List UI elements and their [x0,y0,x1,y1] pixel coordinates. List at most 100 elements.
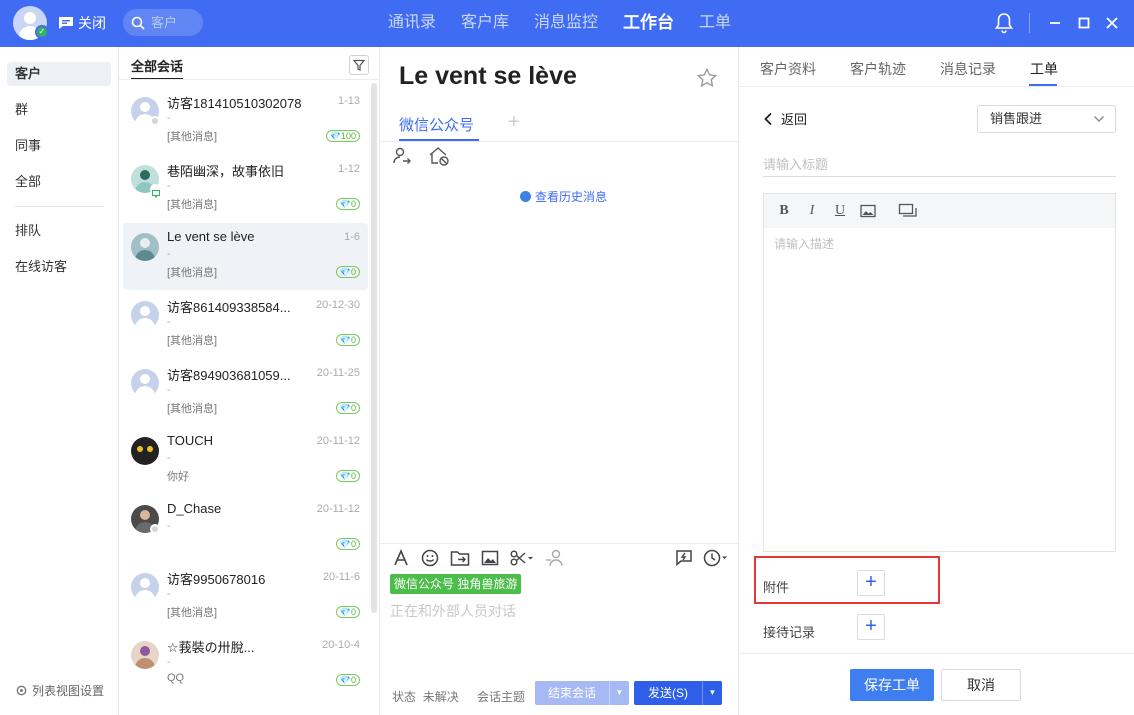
font-icon[interactable] [392,549,410,567]
cancel-button[interactable]: 取消 [941,669,1021,701]
bold-icon[interactable]: B [776,203,792,219]
badge-count: 0 [350,539,356,549]
conversation-name: 巷陌幽深，故事依旧 [167,164,285,179]
send-label: 发送(S) [648,686,688,700]
clock-dropdown-icon[interactable] [703,549,729,567]
save-ticket-button[interactable]: 保存工单 [850,669,934,701]
add-attachment-button[interactable]: + [857,570,885,596]
conversation-item[interactable]: 访客9950678016 20-11-6 - [其他消息] 💎0 [123,563,368,630]
editor-toolbar: B I U [764,194,1115,228]
tab-wechat-official-account[interactable]: 微信公众号 [399,114,474,135]
diamond-count-badge: 💎0 [335,334,360,346]
chevron-down-icon[interactable]: ▼ [702,681,722,705]
transfer-user-icon[interactable] [392,146,412,166]
end-session-label: 结束会话 [547,686,596,700]
tab-customer-trace[interactable]: 客户轨迹 [850,59,906,79]
conversation-name: 访客9950678016 [167,572,266,587]
ticket-type-select[interactable]: 销售跟进 [977,105,1116,133]
image-icon[interactable] [481,549,499,567]
underline-icon[interactable]: U [832,203,848,219]
sidebar-item-all[interactable]: 全部 [7,170,111,194]
nav-tickets[interactable]: 工单 [699,0,731,47]
italic-icon[interactable]: I [804,203,820,219]
tab-message-history[interactable]: 消息记录 [940,59,996,79]
composer-input[interactable]: 正在和外部人员对话 [390,601,516,621]
ticket-panel: 客户资料 客户轨迹 消息记录 工单 返回 销售跟进 B I U 附件 + 接待记… [738,47,1134,715]
conversation-item[interactable]: TOUCH 20-11-12 - 你好 💎0 [123,427,368,494]
desktop-status-icon [150,184,160,198]
add-channel-button[interactable]: + [508,111,520,134]
status-field[interactable]: 状态 未解决 [392,688,459,705]
nav-contacts[interactable]: 通讯录 [388,0,436,47]
back-button[interactable]: 返回 [763,109,807,128]
transfer-agent-icon[interactable] [545,549,565,567]
tab-active-indicator [1029,84,1057,86]
diamond-count-badge: 💎0 [335,538,360,550]
send-button[interactable]: 发送(S) ▼ [634,681,722,705]
conversation-last-message: [其他消息] [167,267,218,279]
conversation-name: Le vent se lève [167,229,255,244]
list-view-settings-button[interactable]: 列表视图设置 [15,682,104,699]
badge-count: 0 [350,199,356,209]
search-icon [131,16,145,30]
search-box[interactable] [123,9,203,36]
nav-customer-library[interactable]: 客户库 [461,0,509,47]
conversation-last-message: [其他消息] [167,335,218,347]
conversation-item[interactable]: D_Chase 20-11-12 - 💎0 [123,495,368,562]
conversation-subtitle: - [167,588,171,600]
maximize-icon[interactable] [1073,12,1095,34]
conversation-item-selected[interactable]: Le vent se lève 1-6 - [其他消息] 💎0 [123,223,368,290]
chevron-down-icon[interactable]: ▼ [609,681,629,705]
minimize-icon[interactable] [1044,12,1066,34]
conversation-item[interactable]: 巷陌幽深，故事依旧 1-12 - [其他消息] 💎0 [123,155,368,222]
badge-count: 0 [350,675,356,685]
bell-icon[interactable] [993,12,1015,34]
search-input[interactable] [151,15,197,30]
main-nav: 通讯录 客户库 消息监控 工作台 工单 [388,0,756,47]
sidebar-item-colleagues[interactable]: 同事 [7,134,111,158]
insert-message-icon[interactable] [898,203,918,219]
sidebar-item-online-visitors[interactable]: 在线访客 [7,255,111,279]
offline-status-icon [150,116,160,126]
sidebar-divider [15,206,104,207]
add-reception-record-button[interactable]: + [857,614,885,640]
avatar [131,369,159,397]
conversation-subtitle: - [167,248,171,260]
conversation-list: 全部会话 访客181410510302078 1-13 - [其他消息] 💎10… [119,47,380,715]
tab-tickets[interactable]: 工单 [1030,59,1058,79]
ticket-description-input[interactable] [764,228,1115,551]
avatar [131,301,159,329]
insert-image-icon[interactable] [860,204,876,218]
sidebar-item-groups[interactable]: 群 [7,98,111,122]
close-button[interactable]: 关闭 [58,13,106,33]
topbar-divider [1029,13,1030,33]
conversation-list-title[interactable]: 全部会话 [131,56,183,75]
quick-reply-icon[interactable] [675,549,693,567]
ticket-title-input[interactable] [763,152,1116,177]
scissors-icon[interactable] [510,549,534,567]
emoji-icon[interactable] [421,549,439,567]
conversation-list-divider [119,79,379,80]
close-window-icon[interactable] [1101,12,1123,34]
filter-button[interactable] [349,55,369,75]
nav-workbench[interactable]: 工作台 [623,0,674,47]
conversation-item[interactable]: ☆莪裝の卅脫... 20-10-4 - QQ 💎0 [123,631,368,698]
conversation-list-scrollbar[interactable] [371,83,377,613]
conversation-last-message: [其他消息] [167,607,218,619]
sidebar-item-customers[interactable]: 客户 [7,62,111,86]
conversation-item[interactable]: 访客181410510302078 1-13 - [其他消息] 💎100 [123,87,368,154]
conversation-date: 1-13 [337,95,360,107]
topic-field[interactable]: 会话主题 [477,688,525,705]
nav-message-monitor[interactable]: 消息监控 [534,0,598,47]
conversation-item[interactable]: 访客861409338584... 20-12-30 - [其他消息] 💎0 [123,291,368,358]
folder-icon[interactable] [450,549,470,567]
star-icon[interactable] [696,67,718,89]
tab-customer-profile[interactable]: 客户资料 [760,59,816,79]
sidebar-item-queue[interactable]: 排队 [7,219,111,243]
view-history-link[interactable]: 查看历史消息 [520,188,607,205]
block-home-icon[interactable] [428,146,450,166]
conversation-last-message: [其他消息] [167,131,218,143]
conversation-item[interactable]: 访客894903681059... 20-11-25 - [其他消息] 💎0 [123,359,368,426]
end-session-button[interactable]: 结束会话 ▼ [535,681,629,705]
message-icon [59,17,73,29]
